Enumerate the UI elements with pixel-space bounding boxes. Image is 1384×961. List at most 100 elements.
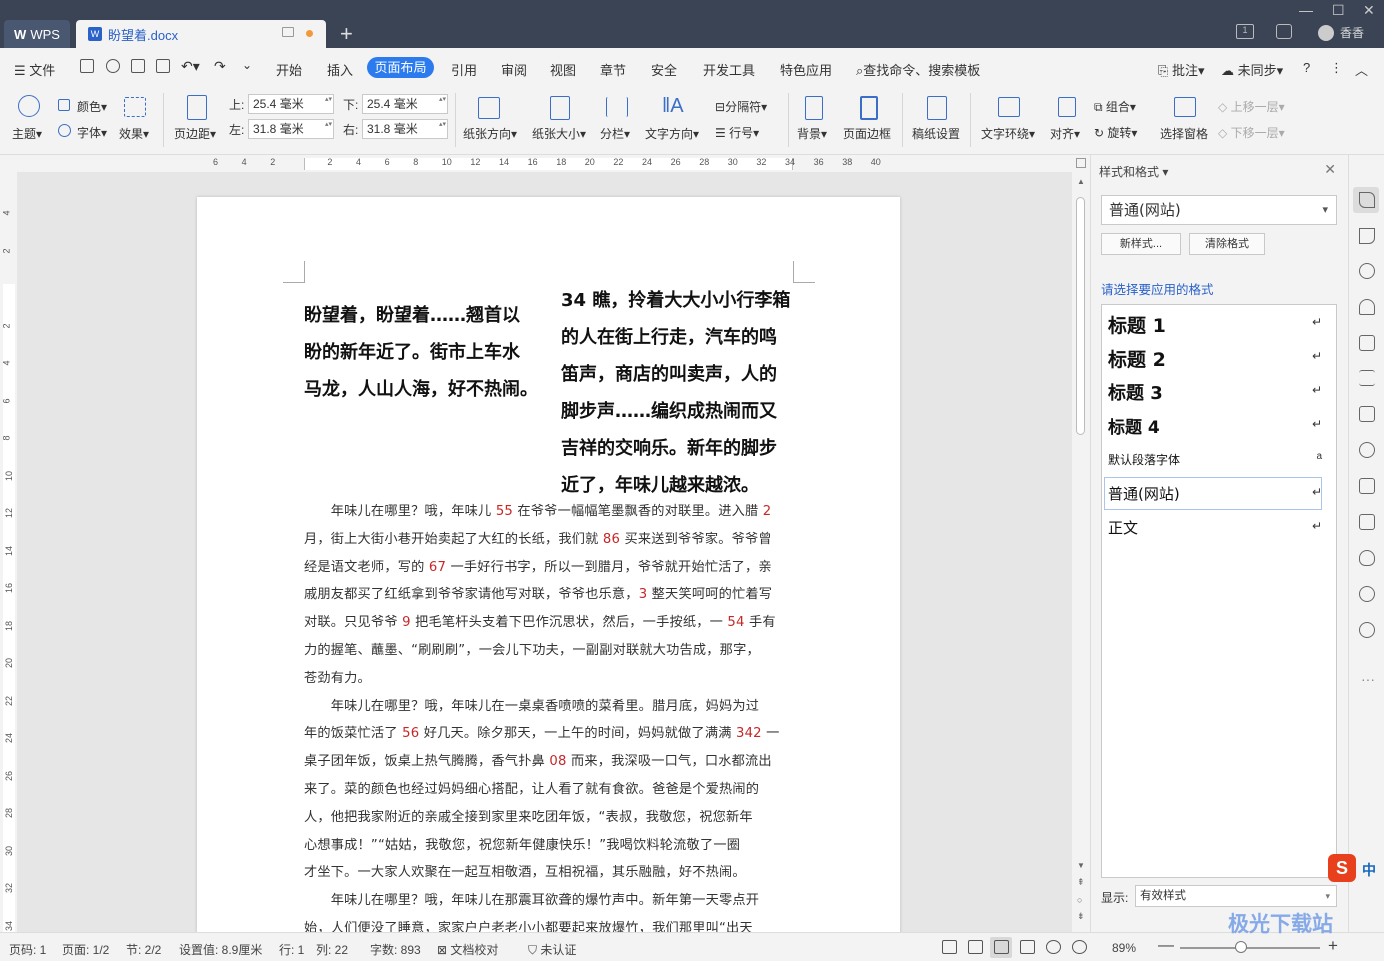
ime-mode-label[interactable]: 中: [1362, 860, 1376, 880]
align-button[interactable]: 对齐▾: [1050, 125, 1080, 142]
new-tab-button[interactable]: +: [340, 21, 353, 47]
new-style-button[interactable]: 新样式...: [1101, 233, 1181, 255]
shield-icon[interactable]: [1359, 550, 1375, 566]
vertical-scrollbar[interactable]: ▲ ▼ ⇞ ○ ⇟: [1072, 155, 1090, 932]
menu-special-apps[interactable]: 特色应用: [780, 60, 832, 79]
zoom-level[interactable]: 89%: [1112, 941, 1136, 955]
certification-status[interactable]: ⛉ 未认证: [528, 941, 576, 958]
scroll-up-icon[interactable]: ▲: [1077, 177, 1085, 186]
zoom-slider[interactable]: [1180, 947, 1320, 949]
maximize-icon[interactable]: ☐: [1332, 2, 1345, 19]
select-cursor-icon[interactable]: [1359, 228, 1375, 244]
picture-frame-icon[interactable]: [1359, 406, 1375, 422]
document-tab[interactable]: W 盼望着.docx: [76, 20, 326, 48]
eye-protection-icon[interactable]: [1072, 940, 1087, 954]
quick-access-dropdown-icon[interactable]: ⌄: [242, 58, 252, 72]
skin-icon[interactable]: [1276, 24, 1292, 39]
status-page-number[interactable]: 页码: 1: [9, 941, 46, 958]
zoom-out-icon[interactable]: —: [1158, 937, 1174, 955]
status-column[interactable]: 列: 22: [316, 941, 348, 958]
text-wrap-button[interactable]: 文字环绕▾: [981, 125, 1035, 142]
scroll-thumb[interactable]: [1076, 197, 1085, 435]
ime-logo-icon[interactable]: S: [1328, 854, 1356, 882]
bring-forward-button[interactable]: ◇ 上移一层▾: [1218, 98, 1285, 115]
close-window-icon[interactable]: ✕: [1363, 2, 1375, 19]
bucket-icon[interactable]: [1359, 299, 1375, 315]
monitor-icon[interactable]: [282, 27, 294, 37]
sync-button[interactable]: ☁ 未同步▾: [1221, 60, 1283, 79]
style-item-heading-4[interactable]: 标题 4: [1108, 413, 1160, 438]
style-item-heading-1[interactable]: 标题 1: [1108, 311, 1166, 338]
right-margin-input[interactable]: 31.8 毫米: [362, 119, 448, 139]
help-circle-icon[interactable]: [1359, 622, 1375, 638]
prev-page-icon[interactable]: ⇞: [1077, 877, 1085, 888]
more-icon[interactable]: ⋮: [1330, 60, 1343, 76]
image-icon[interactable]: [1359, 514, 1375, 530]
comment-button[interactable]: ⎘ 批注▾: [1158, 60, 1205, 79]
web-view-icon[interactable]: [1046, 940, 1061, 954]
command-search[interactable]: ⌕查找命令、搜索模板: [856, 60, 980, 79]
group-button[interactable]: ⧉ 组合▾: [1094, 98, 1136, 115]
history-icon[interactable]: [1359, 586, 1375, 602]
print-preview-icon[interactable]: [156, 59, 170, 73]
select-pane-button[interactable]: 选择窗格: [1160, 125, 1208, 142]
archive-icon[interactable]: [1359, 478, 1375, 494]
settings-sliders-icon[interactable]: [1359, 370, 1375, 386]
background-button[interactable]: 背景▾: [797, 125, 827, 142]
zoom-slider-handle[interactable]: [1235, 941, 1247, 953]
vertical-ruler[interactable]: 4 2 2 4 6 8 10 12 14 16 18 20 22 24 26 28 30 32 34: [0, 172, 17, 932]
next-page-icon[interactable]: ⇟: [1077, 911, 1085, 922]
effect-button[interactable]: 效果▾: [119, 125, 149, 142]
redo-icon[interactable]: ↷: [214, 58, 226, 75]
collapse-ribbon-icon[interactable]: ︿: [1355, 60, 1368, 79]
menu-developer[interactable]: 开发工具: [703, 60, 755, 79]
menu-review[interactable]: 审阅: [501, 60, 527, 79]
columns-button[interactable]: 分栏▾: [600, 125, 630, 142]
menu-chapter[interactable]: 章节: [600, 60, 626, 79]
wps-home-tab[interactable]: W WPS: [4, 20, 70, 48]
menu-view[interactable]: 视图: [550, 60, 576, 79]
fullscreen-icon[interactable]: [942, 940, 957, 954]
status-setting[interactable]: 设置值: 8.9厘米: [179, 941, 262, 958]
rotate-button[interactable]: ↻ 旋转▾: [1094, 124, 1137, 141]
font-theme-button[interactable]: 字体▾: [77, 124, 107, 141]
scroll-down-icon[interactable]: ▼: [1077, 861, 1085, 870]
style-brush-icon[interactable]: [1359, 192, 1375, 208]
outline-view-icon[interactable]: [1020, 940, 1035, 954]
document-canvas[interactable]: 盼望着，盼望着……翘首以 盼的新年近了。街市上车水 马龙，人山人海，好不热闹。 34…: [17, 172, 1072, 932]
status-word-count[interactable]: 字数: 893: [370, 941, 421, 958]
status-row[interactable]: 行: 1: [279, 941, 304, 958]
horizontal-ruler[interactable]: 6 4 2 2 4 6 8 10 12 14 16 18 20 22 24 26 28 30 32 34 36 38 40: [0, 155, 1090, 172]
table-icon[interactable]: [1359, 335, 1375, 351]
status-section[interactable]: 节: 2/2: [126, 941, 161, 958]
margins-button[interactable]: 页边距▾: [174, 125, 216, 142]
file-menu[interactable]: ☰ 文件: [14, 60, 55, 79]
more-tools-icon[interactable]: ···: [1361, 671, 1375, 687]
left-margin-input[interactable]: 31.8 毫米: [248, 119, 334, 139]
style-item-body[interactable]: 正文: [1108, 517, 1138, 538]
document-page[interactable]: 盼望着，盼望着……翘首以 盼的新年近了。街市上车水 马龙，人山人海，好不热闹。 34…: [197, 197, 900, 932]
bottom-margin-input[interactable]: 25.4 毫米: [362, 94, 448, 114]
page-border-button[interactable]: 页面边框: [843, 125, 891, 142]
style-item-default-font[interactable]: 默认段落字体: [1108, 451, 1180, 468]
style-item-heading-2[interactable]: 标题 2: [1108, 345, 1166, 372]
color-button[interactable]: 颜色▾: [77, 98, 107, 115]
zoom-in-icon[interactable]: +: [1328, 936, 1338, 956]
manuscript-button[interactable]: 稿纸设置: [912, 125, 960, 142]
show-filter-select[interactable]: 有效样式: [1135, 885, 1337, 907]
clear-format-button[interactable]: 清除格式: [1189, 233, 1265, 255]
line-number-button[interactable]: ☰ 行号▾: [715, 124, 759, 141]
minimize-icon[interactable]: —: [1299, 2, 1313, 18]
undo-icon[interactable]: ↶▾: [181, 58, 200, 75]
current-style-select[interactable]: 普通(网站): [1101, 195, 1337, 225]
orientation-button[interactable]: 纸张方向▾: [463, 125, 517, 142]
send-backward-button[interactable]: ◇ 下移一层▾: [1218, 124, 1285, 141]
theme-button[interactable]: 主题▾: [12, 125, 42, 142]
reading-mode-icon[interactable]: [968, 940, 983, 954]
top-margin-input[interactable]: 25.4 毫米: [248, 94, 334, 114]
menu-references[interactable]: 引用: [451, 60, 477, 79]
text-direction-button[interactable]: 文字方向▾: [645, 125, 699, 142]
separator-button[interactable]: ⊟分隔符▾: [715, 98, 767, 115]
window-count-icon[interactable]: 1: [1236, 24, 1254, 39]
help-icon[interactable]: ?: [1303, 60, 1310, 75]
